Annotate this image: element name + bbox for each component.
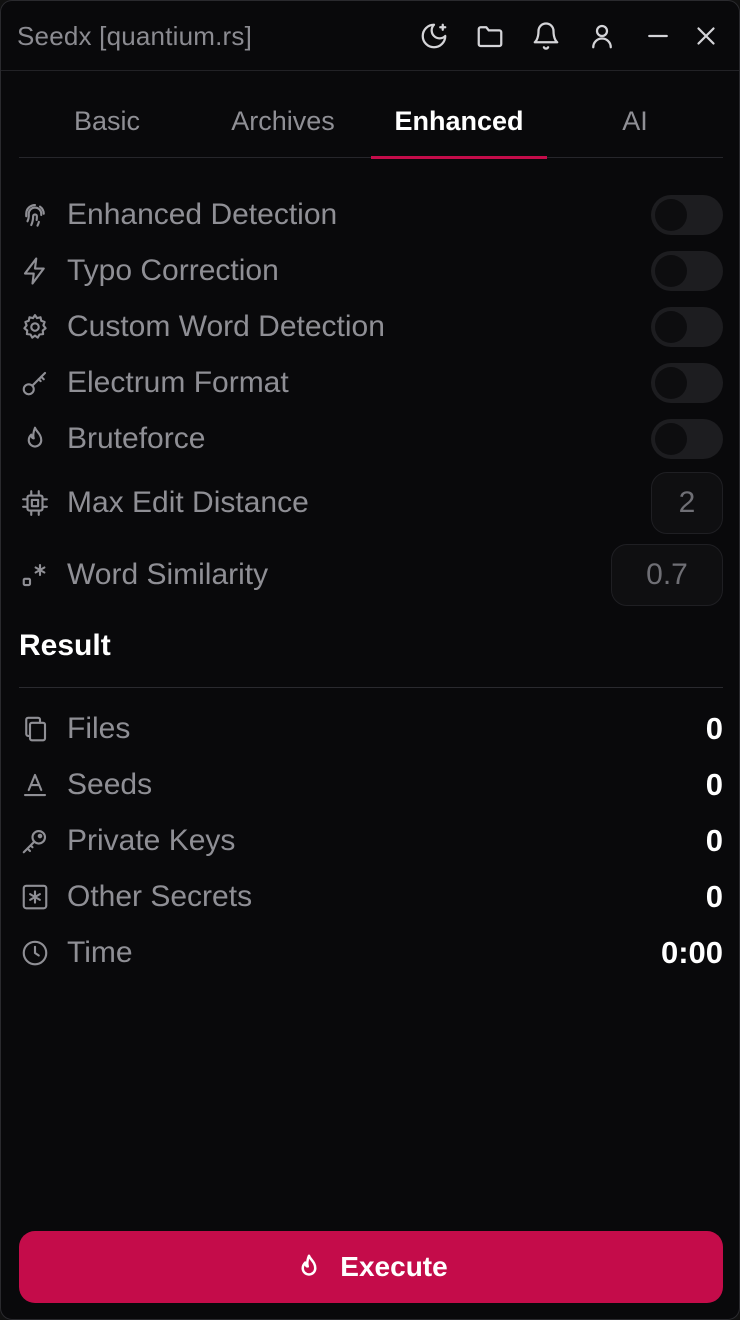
setting-label: Custom Word Detection: [67, 310, 385, 343]
other-secrets-count: 0: [705, 879, 723, 914]
gear-icon: [19, 311, 51, 343]
lightning-icon: [19, 255, 51, 287]
user-icon: [592, 24, 612, 49]
setting-custom-word-detection: Custom Word Detection: [19, 307, 723, 347]
account-button[interactable]: [584, 18, 620, 54]
setting-label: Enhanced Detection: [67, 198, 338, 231]
minimize-button[interactable]: [640, 18, 676, 54]
result-label: Time: [67, 936, 133, 969]
typo-correction-toggle[interactable]: [651, 251, 723, 291]
theme-toggle-button[interactable]: [416, 18, 452, 54]
tab-basic[interactable]: Basic: [19, 86, 195, 157]
files-count: 0: [705, 711, 723, 746]
enhanced-detection-toggle[interactable]: [651, 195, 723, 235]
flame-icon: [19, 423, 51, 455]
result-other-secrets: Other Secrets 0: [19, 877, 723, 917]
private-keys-count: 0: [705, 823, 723, 858]
key-round-icon: [19, 825, 51, 857]
tab-bar: Basic Archives Enhanced AI: [19, 86, 723, 159]
max-edit-distance-input[interactable]: 2: [651, 472, 723, 534]
tab-ai[interactable]: AI: [547, 86, 723, 157]
app-title: Seedx [quantium.rs]: [17, 21, 253, 51]
folder-icon: [477, 26, 503, 48]
word-similarity-input[interactable]: 0.7: [611, 544, 723, 606]
app-window: Seedx [quantium.rs] Basic Archives Enhan…: [0, 0, 740, 1320]
result-private-keys: Private Keys 0: [19, 821, 723, 861]
setting-max-edit-distance: Max Edit Distance 2: [19, 472, 723, 534]
result-time: Time 0:00: [19, 933, 723, 973]
setting-label: Max Edit Distance: [67, 486, 309, 519]
key-icon: [19, 367, 51, 399]
close-icon: [697, 27, 715, 45]
result-label: Private Keys: [67, 824, 236, 857]
fingerprint-icon: [19, 199, 51, 231]
execute-button[interactable]: Execute: [19, 1231, 723, 1303]
bruteforce-toggle[interactable]: [651, 419, 723, 459]
title-bar: Seedx [quantium.rs]: [1, 1, 739, 71]
setting-bruteforce: Bruteforce: [19, 419, 723, 459]
bell-icon: [533, 22, 559, 50]
tab-archives[interactable]: Archives: [195, 86, 371, 157]
seeds-count: 0: [705, 767, 723, 802]
asterisk-square-icon: [19, 881, 51, 913]
result-label: Files: [67, 712, 131, 745]
electrum-format-toggle[interactable]: [651, 363, 723, 403]
setting-enhanced-detection: Enhanced Detection: [19, 195, 723, 235]
open-folder-button[interactable]: [472, 18, 508, 54]
custom-word-detection-toggle[interactable]: [651, 307, 723, 347]
notifications-button[interactable]: [528, 18, 564, 54]
result-heading: Result: [19, 629, 111, 662]
execute-label: Execute: [340, 1251, 448, 1282]
setting-word-similarity: Word Similarity 0.7: [19, 544, 723, 606]
elapsed-time: 0:00: [660, 935, 723, 970]
tab-enhanced[interactable]: Enhanced: [371, 86, 547, 159]
setting-typo-correction: Typo Correction: [19, 251, 723, 291]
flame-icon: [301, 1254, 317, 1276]
setting-label: Typo Correction: [67, 254, 279, 287]
result-divider: [19, 687, 723, 688]
close-button[interactable]: [688, 18, 724, 54]
result-label: Seeds: [67, 768, 153, 801]
setting-electrum-format: Electrum Format: [19, 363, 723, 403]
moon-sparkle-icon: [421, 23, 447, 49]
text-a-icon: [19, 769, 51, 801]
setting-label: Electrum Format: [67, 366, 289, 399]
clock-icon: [19, 937, 51, 969]
regex-icon: [19, 559, 51, 591]
copy-files-icon: [19, 713, 51, 745]
minus-icon: [648, 34, 668, 38]
setting-label: Bruteforce: [67, 422, 206, 455]
result-label: Other Secrets: [67, 880, 253, 913]
result-seeds: Seeds 0: [19, 765, 723, 805]
result-files: Files 0: [19, 709, 723, 749]
setting-label: Word Similarity: [67, 558, 269, 591]
cpu-chip-icon: [19, 487, 51, 519]
